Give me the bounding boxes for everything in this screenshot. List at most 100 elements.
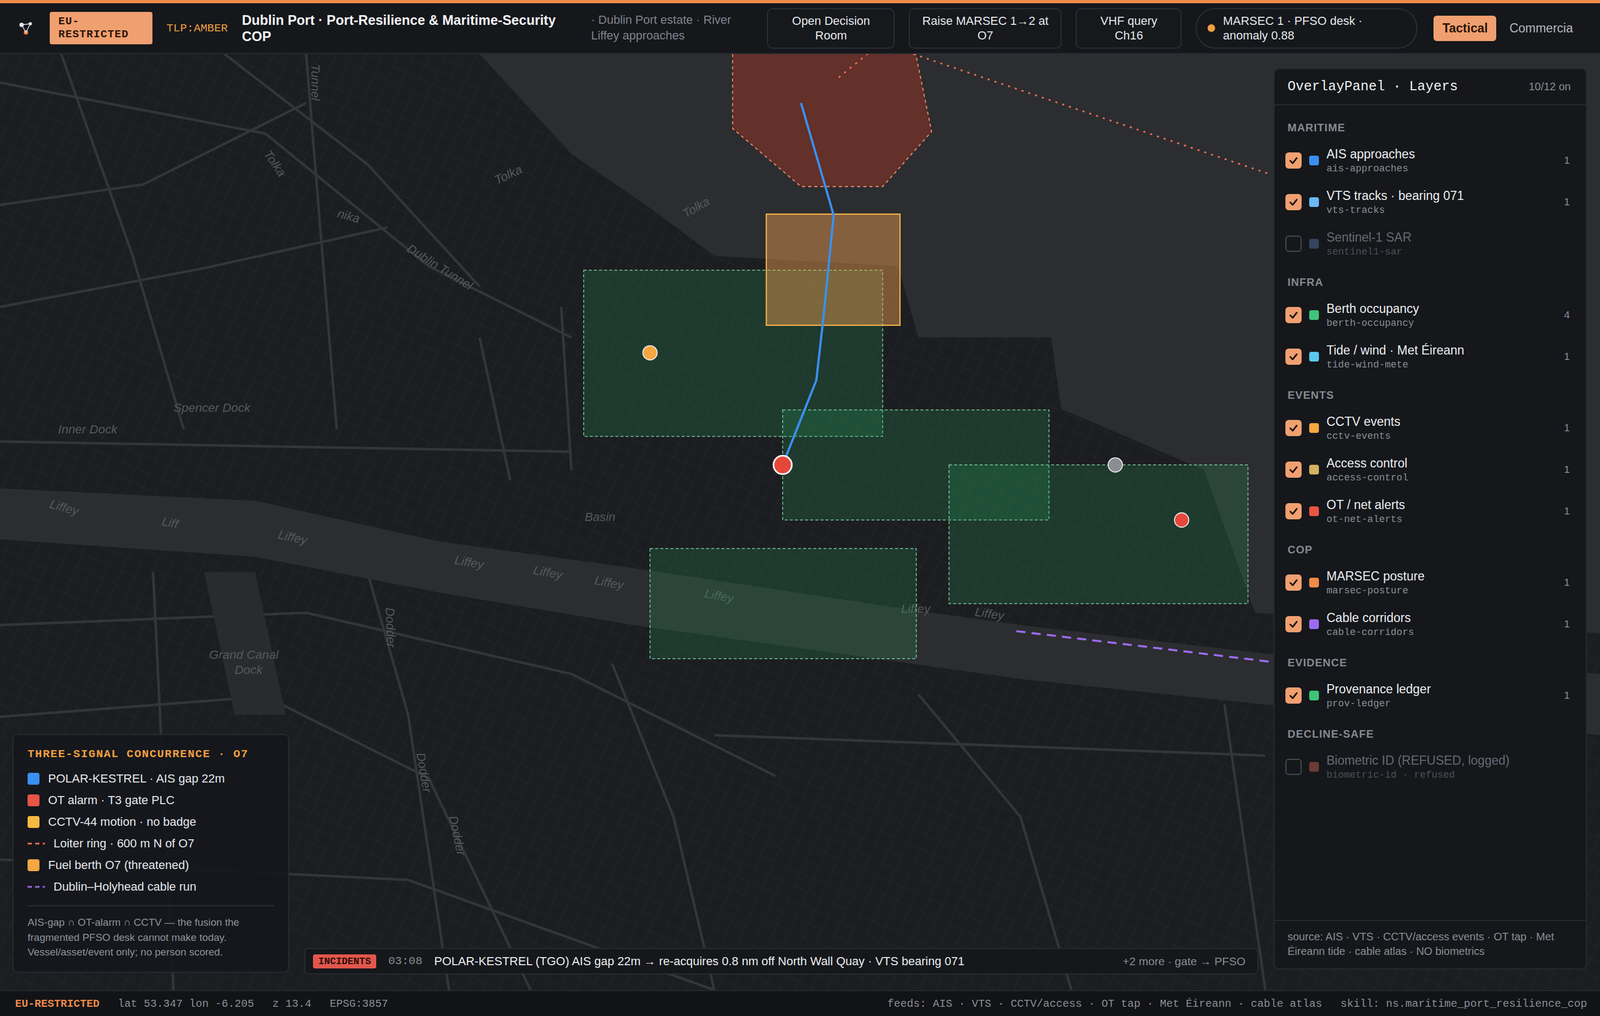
- action-button[interactable]: Raise MARSEC 1→2 at O7: [908, 8, 1062, 49]
- layer-checkbox[interactable]: [1285, 307, 1302, 324]
- layer-row[interactable]: Berth occupancyberth-occupancy 4: [1274, 294, 1586, 336]
- layer-row[interactable]: Access controlaccess-control1: [1274, 448, 1586, 491]
- layer-swatch: [1309, 619, 1319, 630]
- layer-id: berth-occupancy: [1326, 317, 1557, 329]
- layer-name: MARSEC posture: [1326, 569, 1557, 584]
- layer-row[interactable]: Provenance ledgerprov-ledger1: [1274, 674, 1586, 717]
- map-label: Liffey: [532, 563, 565, 583]
- layer-checkbox[interactable]: [1285, 503, 1302, 520]
- layer-id: ais-approaches: [1326, 163, 1557, 175]
- layer-checkbox[interactable]: [1285, 461, 1302, 478]
- road: [0, 103, 306, 206]
- incident-more[interactable]: +2 more · gate → PFSO: [1122, 955, 1246, 969]
- incident-ticker[interactable]: INCIDENTS03:08POLAR-KESTREL (TGO) AIS ga…: [304, 948, 1259, 975]
- action-button[interactable]: VHF query Ch16: [1075, 8, 1182, 49]
- legend-item: CCTV-44 motion · no badge: [27, 811, 275, 833]
- status-coords: lat 53.347 lon -6.205: [117, 997, 255, 1011]
- layer-row[interactable]: VTS tracks · bearing 071vts-tracks1: [1274, 181, 1586, 223]
- layer-name: Berth occupancy: [1326, 301, 1557, 317]
- panel-title: OverlayPanel · Layers: [1287, 78, 1458, 95]
- layer-checkbox[interactable]: [1285, 616, 1302, 633]
- layer-name: Provenance ledger: [1326, 682, 1557, 697]
- layer-checkbox[interactable]: [1285, 758, 1302, 776]
- event-pin[interactable]: [1174, 512, 1189, 528]
- layer-row[interactable]: AIS approachesais-approaches1: [1274, 139, 1586, 182]
- layer-row[interactable]: OT / net alertsot-net-alerts1: [1274, 490, 1586, 532]
- map-label: Liffey: [48, 497, 81, 519]
- map-label: Inner Dock: [58, 422, 119, 437]
- map-label: Grand Canal: [209, 648, 279, 662]
- layer-row[interactable]: CCTV eventscctv-events1: [1274, 407, 1586, 449]
- road: [367, 571, 450, 991]
- layer-name: Access control: [1326, 456, 1557, 471]
- layer-checkbox[interactable]: [1285, 574, 1302, 591]
- layer-row[interactable]: Biometric ID (REFUSED, logged)biometric-…: [1274, 745, 1586, 788]
- tlp-label: TLP:AMBER: [166, 22, 228, 35]
- layer-checkbox[interactable]: [1285, 687, 1302, 704]
- berth-zone[interactable]: [650, 548, 917, 659]
- layer-row[interactable]: Sentinel-1 SARsentinel1-sar: [1274, 222, 1586, 265]
- incident-time: 03:08: [388, 955, 423, 968]
- cable-run[interactable]: [1016, 631, 1271, 663]
- status-classification: EU-RESTRICTED: [15, 997, 100, 1011]
- event-pin[interactable]: [1108, 457, 1123, 472]
- ais-track[interactable]: [782, 103, 834, 466]
- event-pin[interactable]: [773, 455, 792, 475]
- layer-name: Cable corridors: [1326, 610, 1557, 626]
- status-pill: MARSEC 1 · PFSO desk · anomaly 0.88: [1195, 8, 1418, 49]
- berth-zone[interactable]: [949, 464, 1249, 604]
- layer-swatch: [1309, 464, 1319, 475]
- road: [714, 735, 1265, 756]
- top-bar: EU-RESTRICTEDTLP:AMBERDublin Port · Port…: [0, 3, 1600, 55]
- layer-name: CCTV events: [1326, 414, 1557, 430]
- layer-checkbox[interactable]: [1285, 152, 1302, 169]
- event-pin[interactable]: [642, 345, 657, 360]
- legend-title: THREE-SIGNAL CONCURRENCE · O7: [27, 748, 275, 761]
- layer-count: 4: [1563, 309, 1570, 322]
- dash-line-icon: [27, 884, 45, 890]
- layer-checkbox[interactable]: [1285, 194, 1302, 211]
- loiter-bearing: [838, 54, 1271, 175]
- network-logo-icon[interactable]: [16, 18, 36, 38]
- map-label: Liff: [160, 514, 181, 532]
- dash-line-icon: [27, 841, 45, 847]
- layer-checkbox[interactable]: [1285, 348, 1302, 365]
- legend-swatch: [27, 794, 40, 807]
- layer-row[interactable]: Tide / wind · Met Éireanntide-wind-mete1: [1274, 335, 1586, 378]
- status-bar: EU-RESTRICTEDlat 53.347 lon -6.205z 13.4…: [0, 990, 1600, 1016]
- layer-swatch: [1309, 423, 1319, 433]
- road: [0, 696, 531, 991]
- view-tab[interactable]: Commercia: [1500, 15, 1582, 42]
- legend-swatch: [27, 859, 40, 872]
- legend-item: Loiter ring · 600 m N of O7: [27, 832, 275, 855]
- layer-checkbox[interactable]: [1285, 235, 1302, 252]
- layer-id: access-control: [1326, 472, 1557, 484]
- layer-count: 1: [1563, 689, 1570, 702]
- view-tabs: TacticalCommercia: [1433, 15, 1582, 42]
- map-label: Basin: [584, 510, 616, 524]
- layer-id: sentinel1-sar: [1326, 246, 1570, 258]
- status-dot: [1207, 24, 1216, 32]
- map-label: Dublin Tunnel: [404, 241, 476, 293]
- layer-row[interactable]: MARSEC posturemarsec-posture1: [1274, 561, 1586, 604]
- layer-name: Sentinel-1 SAR: [1326, 230, 1570, 245]
- page-subtitle: · Dublin Port estate · River Liffey appr…: [590, 12, 753, 44]
- view-tab[interactable]: Tactical: [1433, 15, 1497, 42]
- map-label: nika: [336, 207, 362, 226]
- layer-name: VTS tracks · bearing 071: [1326, 188, 1557, 204]
- map-label: Tolka: [680, 194, 713, 221]
- layer-swatch: [1309, 197, 1319, 208]
- layer-name: OT / net alerts: [1326, 497, 1557, 513]
- legend-swatch: [27, 816, 40, 829]
- action-button[interactable]: Open Decision Room: [767, 8, 895, 49]
- layer-checkbox[interactable]: [1285, 420, 1302, 437]
- check-icon: [1288, 196, 1299, 208]
- layer-swatch: [1309, 238, 1319, 249]
- layer-group-label: EVIDENCE: [1274, 644, 1586, 675]
- road: [479, 337, 511, 481]
- layer-id: marsec-posture: [1326, 585, 1557, 597]
- map-label: Dodder: [446, 814, 469, 858]
- loiter-ring[interactable]: [732, 54, 932, 187]
- layer-row[interactable]: Cable corridorscable-corridors1: [1274, 603, 1586, 645]
- check-icon: [1288, 309, 1299, 321]
